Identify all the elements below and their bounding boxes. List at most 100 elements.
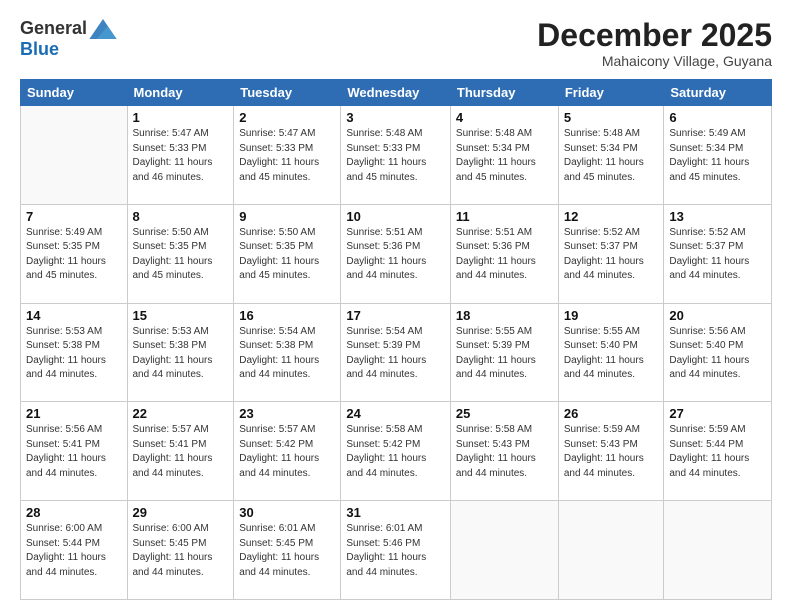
day-number: 7: [26, 209, 122, 224]
day-info: Sunrise: 5:52 AM Sunset: 5:37 PM Dayligh…: [564, 226, 659, 284]
calendar-cell: 8 Sunrise: 5:50 AM Sunset: 5:35 PM Daylig…: [127, 204, 234, 303]
calendar-cell: 6 Sunrise: 5:49 AM Sunset: 5:34 PM Daylig…: [664, 106, 772, 205]
day-number: 24: [346, 406, 445, 421]
day-info: Sunrise: 5:56 AM Sunset: 5:41 PM Dayligh…: [26, 423, 122, 481]
calendar-cell: 13Sunrise: 5:52 AM Sunset: 5:37 PM Dayli…: [664, 204, 772, 303]
calendar-cell: 24 Sunrise: 5:58 AM Sunset: 5:42 PM Dayli…: [341, 402, 451, 501]
day-number: 16: [239, 308, 335, 323]
calendar-cell: 1 Sunrise: 5:47 AM Sunset: 5:33 PM Daylig…: [127, 106, 234, 205]
calendar-cell: 18Sunrise: 5:55 AM Sunset: 5:39 PM Dayli…: [450, 303, 558, 402]
calendar-cell: [450, 501, 558, 600]
day-number: 14: [26, 308, 122, 323]
calendar-cell: 22 Sunrise: 5:57 AM Sunset: 5:41 PM Dayli…: [127, 402, 234, 501]
calendar-cell: 19 Sunrise: 5:55 AM Sunset: 5:40 PM Dayli…: [558, 303, 664, 402]
day-number: 9: [239, 209, 335, 224]
day-number: 21: [26, 406, 122, 421]
header-tuesday: Tuesday: [234, 80, 341, 106]
day-info: Sunrise: 5:53 AM Sunset: 5:38 PM Dayligh…: [133, 325, 229, 383]
title-section: December 2025 Mahaicony Village, Guyana: [537, 18, 772, 69]
day-info: Sunrise: 5:52 AM Sunset: 5:37 PM Dayligh…: [669, 226, 766, 284]
day-info: Sunrise: 5:50 AM Sunset: 5:35 PM Dayligh…: [239, 226, 335, 284]
day-info: Sunrise: 5:49 AM Sunset: 5:35 PM Dayligh…: [26, 226, 122, 284]
day-number: 6: [669, 110, 766, 125]
calendar-cell: 21 Sunrise: 5:56 AM Sunset: 5:41 PM Dayli…: [21, 402, 128, 501]
day-info: Sunrise: 5:57 AM Sunset: 5:41 PM Dayligh…: [133, 423, 229, 481]
header-sunday: Sunday: [21, 80, 128, 106]
week-row-2: 7 Sunrise: 5:49 AM Sunset: 5:35 PM Daylig…: [21, 204, 772, 303]
day-number: 31: [346, 505, 445, 520]
day-info: Sunrise: 6:00 AM Sunset: 5:45 PM Dayligh…: [133, 522, 229, 580]
calendar-cell: 7 Sunrise: 5:49 AM Sunset: 5:35 PM Daylig…: [21, 204, 128, 303]
day-number: 2: [239, 110, 335, 125]
calendar-table: Sunday Monday Tuesday Wednesday Thursday…: [20, 79, 772, 600]
day-number: 30: [239, 505, 335, 520]
month-title: December 2025: [537, 18, 772, 53]
calendar-cell: 16 Sunrise: 5:54 AM Sunset: 5:38 PM Dayli…: [234, 303, 341, 402]
day-info: Sunrise: 5:55 AM Sunset: 5:40 PM Dayligh…: [564, 325, 659, 383]
calendar-cell: 3 Sunrise: 5:48 AM Sunset: 5:33 PM Daylig…: [341, 106, 451, 205]
logo-blue: Blue: [20, 39, 59, 59]
day-number: 15: [133, 308, 229, 323]
day-number: 28: [26, 505, 122, 520]
day-info: Sunrise: 5:49 AM Sunset: 5:34 PM Dayligh…: [669, 127, 766, 185]
day-info: Sunrise: 5:48 AM Sunset: 5:33 PM Dayligh…: [346, 127, 445, 185]
day-info: Sunrise: 5:50 AM Sunset: 5:35 PM Dayligh…: [133, 226, 229, 284]
calendar-cell: [558, 501, 664, 600]
day-info: Sunrise: 5:48 AM Sunset: 5:34 PM Dayligh…: [564, 127, 659, 185]
header-saturday: Saturday: [664, 80, 772, 106]
calendar-cell: 11 Sunrise: 5:51 AM Sunset: 5:36 PM Dayli…: [450, 204, 558, 303]
page: General Blue December 2025 Mahaicony Vil…: [0, 0, 792, 612]
day-info: Sunrise: 5:56 AM Sunset: 5:40 PM Dayligh…: [669, 325, 766, 383]
day-info: Sunrise: 5:51 AM Sunset: 5:36 PM Dayligh…: [346, 226, 445, 284]
day-number: 11: [456, 209, 553, 224]
calendar-cell: 10 Sunrise: 5:51 AM Sunset: 5:36 PM Dayli…: [341, 204, 451, 303]
day-number: 29: [133, 505, 229, 520]
day-number: 8: [133, 209, 229, 224]
day-info: Sunrise: 5:48 AM Sunset: 5:34 PM Dayligh…: [456, 127, 553, 185]
header-friday: Friday: [558, 80, 664, 106]
calendar-cell: 23 Sunrise: 5:57 AM Sunset: 5:42 PM Dayli…: [234, 402, 341, 501]
day-number: 19: [564, 308, 659, 323]
day-number: 26: [564, 406, 659, 421]
day-info: Sunrise: 5:47 AM Sunset: 5:33 PM Dayligh…: [133, 127, 229, 185]
day-number: 3: [346, 110, 445, 125]
day-info: Sunrise: 5:55 AM Sunset: 5:39 PM Dayligh…: [456, 325, 553, 383]
day-info: Sunrise: 5:58 AM Sunset: 5:43 PM Dayligh…: [456, 423, 553, 481]
week-row-3: 14 Sunrise: 5:53 AM Sunset: 5:38 PM Dayli…: [21, 303, 772, 402]
logo: General Blue: [20, 18, 117, 60]
day-info: Sunrise: 5:53 AM Sunset: 5:38 PM Dayligh…: [26, 325, 122, 383]
day-info: Sunrise: 5:57 AM Sunset: 5:42 PM Dayligh…: [239, 423, 335, 481]
day-number: 23: [239, 406, 335, 421]
day-info: Sunrise: 5:58 AM Sunset: 5:42 PM Dayligh…: [346, 423, 445, 481]
weekday-header-row: Sunday Monday Tuesday Wednesday Thursday…: [21, 80, 772, 106]
day-number: 1: [133, 110, 229, 125]
day-info: Sunrise: 6:00 AM Sunset: 5:44 PM Dayligh…: [26, 522, 122, 580]
day-number: 17: [346, 308, 445, 323]
day-number: 10: [346, 209, 445, 224]
calendar-cell: 14 Sunrise: 5:53 AM Sunset: 5:38 PM Dayli…: [21, 303, 128, 402]
calendar-cell: 12 Sunrise: 5:52 AM Sunset: 5:37 PM Dayli…: [558, 204, 664, 303]
calendar-cell: 28 Sunrise: 6:00 AM Sunset: 5:44 PM Dayli…: [21, 501, 128, 600]
day-info: Sunrise: 5:59 AM Sunset: 5:43 PM Dayligh…: [564, 423, 659, 481]
day-info: Sunrise: 5:54 AM Sunset: 5:38 PM Dayligh…: [239, 325, 335, 383]
day-info: Sunrise: 5:51 AM Sunset: 5:36 PM Dayligh…: [456, 226, 553, 284]
logo-general: General: [20, 18, 87, 39]
header-thursday: Thursday: [450, 80, 558, 106]
calendar-cell: 15 Sunrise: 5:53 AM Sunset: 5:38 PM Dayli…: [127, 303, 234, 402]
week-row-1: 1 Sunrise: 5:47 AM Sunset: 5:33 PM Daylig…: [21, 106, 772, 205]
day-number: 12: [564, 209, 659, 224]
calendar-cell: 2Sunrise: 5:47 AM Sunset: 5:33 PM Daylig…: [234, 106, 341, 205]
calendar-cell: 30Sunrise: 6:01 AM Sunset: 5:45 PM Dayli…: [234, 501, 341, 600]
calendar-cell: [21, 106, 128, 205]
calendar-cell: 17Sunrise: 5:54 AM Sunset: 5:39 PM Dayli…: [341, 303, 451, 402]
week-row-4: 21 Sunrise: 5:56 AM Sunset: 5:41 PM Dayli…: [21, 402, 772, 501]
calendar-cell: 25Sunrise: 5:58 AM Sunset: 5:43 PM Dayli…: [450, 402, 558, 501]
calendar-cell: 5Sunrise: 5:48 AM Sunset: 5:34 PM Daylig…: [558, 106, 664, 205]
day-number: 4: [456, 110, 553, 125]
day-number: 22: [133, 406, 229, 421]
location-subtitle: Mahaicony Village, Guyana: [537, 53, 772, 69]
calendar-cell: 9 Sunrise: 5:50 AM Sunset: 5:35 PM Daylig…: [234, 204, 341, 303]
header-monday: Monday: [127, 80, 234, 106]
day-info: Sunrise: 6:01 AM Sunset: 5:46 PM Dayligh…: [346, 522, 445, 580]
week-row-5: 28 Sunrise: 6:00 AM Sunset: 5:44 PM Dayli…: [21, 501, 772, 600]
